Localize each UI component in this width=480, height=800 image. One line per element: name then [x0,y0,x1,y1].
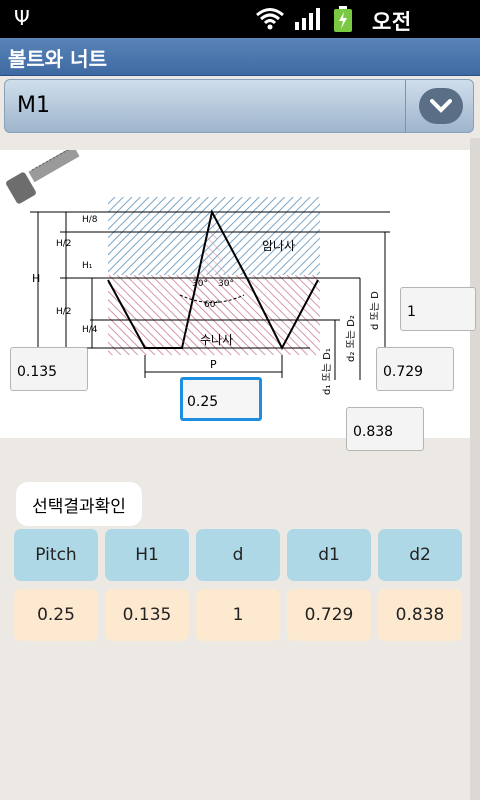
d2-or-D2-label: d₂ 또는 D₂ [345,315,357,362]
angle-30-right-label: 30° [218,279,234,289]
status-bar: Ψ 오전 10:19 [0,0,480,60]
header-d1: d1 [287,529,371,581]
h-over-2-lower-label: H/2 [56,307,72,317]
pitch-value-field[interactable]: 0.25 [180,377,262,421]
dropdown-divider [405,80,406,132]
d1-value-field[interactable]: 0.729 [376,347,454,391]
scrollbar[interactable] [470,138,480,800]
h-over-8-label: H/8 [82,215,98,225]
wifi-icon [256,8,284,30]
usb-icon: Ψ [14,6,30,30]
header-pitch: Pitch [14,529,98,581]
signal-icon [295,8,320,30]
female-thread-label: 암나사 [262,239,295,253]
header-h1: H1 [105,529,189,581]
male-thread-label: 수나사 [200,333,233,347]
app-title: 볼트와 너트 [8,47,107,71]
h-symbol-label: H [32,272,40,285]
battery-charging-icon [334,6,352,32]
app-title-bar: 볼트와 너트 [0,38,480,76]
value-d: 1 [196,589,280,641]
angle-60-label: 60° [204,300,220,310]
bolt-icon [6,145,80,204]
h1-symbol-label: H₁ [82,261,93,271]
value-d1: 0.729 [287,589,371,641]
header-d2: d2 [378,529,462,581]
pitch-symbol-label: P [210,358,217,371]
d2-value-field[interactable]: 0.838 [346,407,424,451]
thread-size-dropdown[interactable]: M1 [4,79,474,133]
h-over-2-upper-label: H/2 [56,239,72,249]
h1-value-field[interactable]: 0.135 [10,347,88,391]
angle-30-left-label: 30° [192,279,208,289]
value-h1: 0.135 [105,589,189,641]
d1-or-D1-label: d₁ 또는 D₁ [321,348,333,395]
h-over-4-label: H/4 [82,325,98,335]
value-pitch: 0.25 [14,589,98,641]
check-result-button[interactable]: 선택결과확인 [16,482,142,526]
d-or-D-label: d 또는 D [369,291,381,330]
header-d: d [196,529,280,581]
d-value-field[interactable]: 1 [400,287,476,331]
chevron-down-icon[interactable] [419,88,463,124]
value-d2: 0.838 [378,589,462,641]
dropdown-selected-value: M1 [17,93,50,118]
